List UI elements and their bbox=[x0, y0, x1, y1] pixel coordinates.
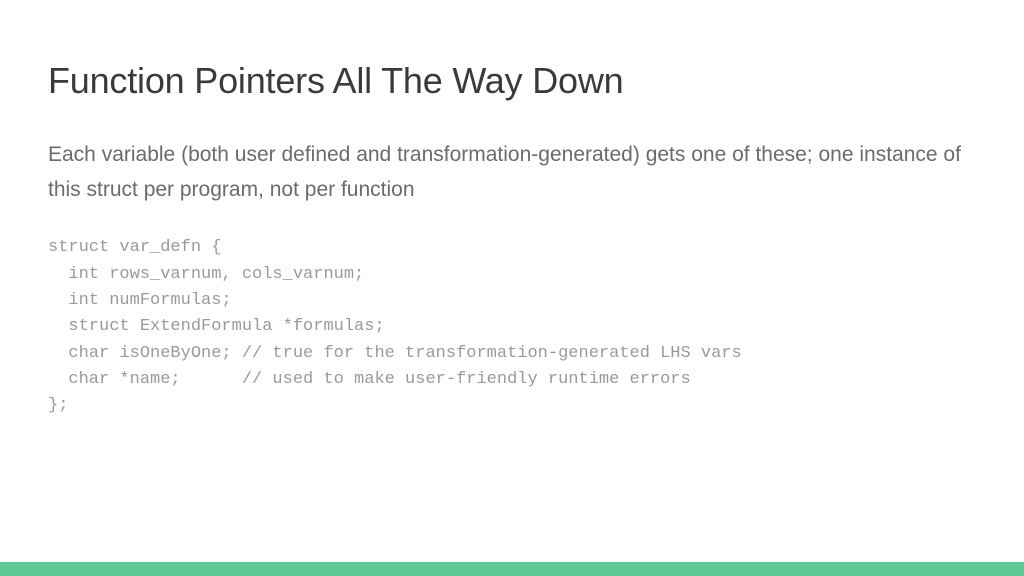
code-block: struct var_defn { int rows_varnum, cols_… bbox=[48, 235, 976, 419]
slide-title: Function Pointers All The Way Down bbox=[48, 60, 976, 102]
accent-bar bbox=[0, 562, 1024, 576]
slide-description: Each variable (both user defined and tra… bbox=[48, 138, 976, 207]
slide-content: Function Pointers All The Way Down Each … bbox=[0, 0, 1024, 576]
